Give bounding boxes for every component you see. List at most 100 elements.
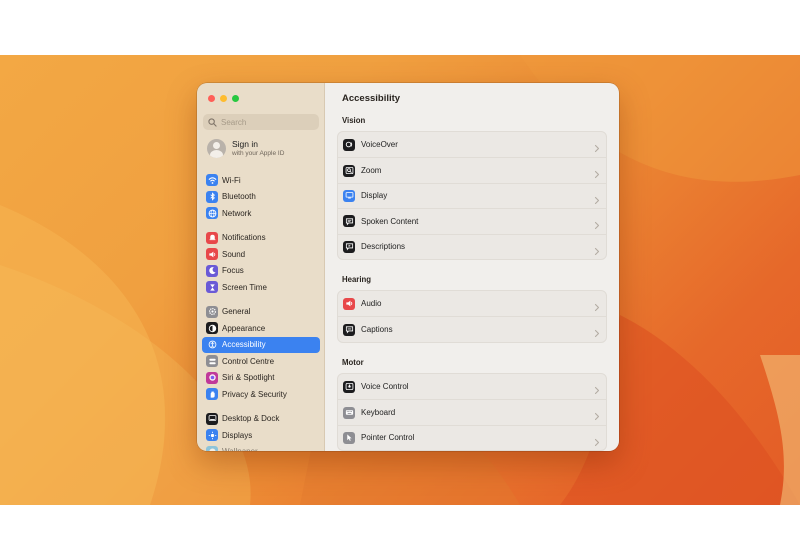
chevron-right-icon <box>594 217 600 230</box>
settings-row-label: VoiceOver <box>361 140 398 150</box>
sidebar-item-wallpaper[interactable]: Wallpaper <box>202 444 320 451</box>
settings-row-label: Spoken Content <box>361 216 419 226</box>
chevron-right-icon <box>594 192 600 204</box>
sidebar-item-wi-fi[interactable]: Wi-Fi <box>202 172 320 189</box>
sidebar-item-general[interactable]: General <box>202 304 320 321</box>
sidebar-item-label: Accessibility <box>222 340 266 350</box>
sidebar-divider <box>202 296 320 304</box>
sidebar-item-siri-and-spotlight[interactable]: Siri & Spotlight <box>202 370 320 387</box>
sidebar-item-label: Desktop & Dock <box>222 414 280 424</box>
chevron-right-icon <box>594 140 600 153</box>
sidebar-item-appearance[interactable]: Appearance <box>202 320 320 337</box>
dock-icon <box>206 412 218 425</box>
avatar <box>207 139 226 158</box>
siri-icon <box>206 371 218 384</box>
chevron-right-icon <box>594 325 600 338</box>
sidebar-divider <box>202 403 320 411</box>
keyboard-icon <box>343 406 355 419</box>
sidebar-item-label: Siri & Spotlight <box>222 373 275 383</box>
settings-group-motor: Voice Control Keyboard Pointer Control <box>337 373 607 451</box>
voice-control-icon <box>343 380 355 393</box>
bluetooth-icon <box>206 190 218 203</box>
settings-row-label: Audio <box>361 299 382 309</box>
settings-row-audio[interactable]: Audio <box>338 291 606 316</box>
sidebar-item-label: Screen Time <box>222 282 267 292</box>
settings-row-keyboard[interactable]: Keyboard <box>338 399 606 424</box>
sidebar-item-desktop-and-dock[interactable]: Desktop & Dock <box>202 411 320 428</box>
section-heading-vision: Vision <box>342 116 366 125</box>
sidebar-item-label: Appearance <box>222 323 266 333</box>
sidebar-item-label: Privacy & Security <box>222 389 287 399</box>
main-pane: Accessibility Vision VoiceOver Zoom Display… <box>325 83 619 451</box>
search-icon <box>208 117 217 127</box>
sidebar-item-control-centre[interactable]: Control Centre <box>202 353 320 370</box>
search-field[interactable] <box>203 114 319 130</box>
globe-icon <box>206 207 218 220</box>
captions-icon <box>343 323 355 336</box>
chevron-right-icon <box>594 166 600 179</box>
zoom-icon <box>343 164 355 177</box>
speaker-icon <box>343 297 355 310</box>
settings-row-label: Keyboard <box>361 408 396 418</box>
speech-bubble-icon <box>343 215 355 228</box>
sidebar-item-label: Notifications <box>222 233 266 243</box>
hourglass-icon <box>206 281 218 294</box>
sidebar-item-label: Wi-Fi <box>222 175 241 185</box>
moon-icon <box>206 264 218 277</box>
sidebar-item-label: Wallpaper <box>222 447 258 451</box>
search-input[interactable] <box>221 117 311 127</box>
settings-row-voiceover[interactable]: VoiceOver <box>338 132 606 157</box>
sidebar-item-label: Bluetooth <box>222 192 256 202</box>
minimize-window-button[interactable] <box>220 95 227 102</box>
system-settings-window: Sign in with your Apple ID Wi-Fi Bluetoot… <box>197 83 619 451</box>
sidebar-item-displays[interactable]: Displays <box>202 427 320 444</box>
sidebar-item-label: Focus <box>222 266 244 276</box>
sidebar-item-notifications[interactable]: Notifications <box>202 230 320 247</box>
sidebar-item-privacy-and-security[interactable]: Privacy & Security <box>202 386 320 403</box>
settings-row-descriptions[interactable]: Descriptions <box>338 233 606 259</box>
wallpaper-icon <box>206 445 218 451</box>
hand-icon <box>206 388 218 401</box>
settings-row-display[interactable]: Display <box>338 182 606 208</box>
sidebar-item-label: Displays <box>222 430 253 440</box>
traffic-lights <box>208 95 239 102</box>
sidebar-item-sound[interactable]: Sound <box>202 246 320 263</box>
close-window-button[interactable] <box>208 95 215 102</box>
chevron-right-icon <box>594 434 600 446</box>
settings-row-label: Descriptions <box>361 242 406 252</box>
sidebar-item-focus[interactable]: Focus <box>202 263 320 280</box>
sidebar-item-network[interactable]: Network <box>202 205 320 222</box>
gear-icon <box>206 305 218 318</box>
settings-row-captions[interactable]: Captions <box>338 316 606 341</box>
descriptions-icon <box>343 240 355 253</box>
sidebar-item-screen-time[interactable]: Screen Time <box>202 279 320 296</box>
page-title: Accessibility <box>342 93 401 104</box>
control-centre-icon <box>206 355 218 368</box>
sidebar-item-label: Control Centre <box>222 356 275 366</box>
settings-row-zoom[interactable]: Zoom <box>338 157 606 182</box>
settings-row-label: Captions <box>361 325 393 335</box>
maximize-window-button[interactable] <box>232 95 239 102</box>
chevron-right-icon <box>594 243 600 255</box>
settings-group-vision: VoiceOver Zoom Display Spoken Content Descri… <box>337 131 607 260</box>
wifi-icon <box>206 174 218 187</box>
settings-row-voice-control[interactable]: Voice Control <box>338 374 606 399</box>
chevron-right-icon <box>594 382 600 395</box>
section-heading-motor: Motor <box>342 358 364 367</box>
sidebar-item-bluetooth[interactable]: Bluetooth <box>202 189 320 206</box>
sidebar-nav: Wi-Fi Bluetooth Network Notifications Sound F… <box>202 172 320 451</box>
appearance-icon <box>206 322 218 335</box>
sidebar-divider <box>202 222 320 230</box>
sidebar-item-label: Network <box>222 208 252 218</box>
settings-row-pointer-control[interactable]: Pointer Control <box>338 424 606 450</box>
settings-row-spoken-content[interactable]: Spoken Content <box>338 208 606 233</box>
apple-id-account[interactable]: Sign in with your Apple ID <box>207 139 284 158</box>
sidebar-item-label: General <box>222 307 251 317</box>
display-icon <box>343 189 355 202</box>
accessibility-icon <box>206 338 218 351</box>
settings-row-label: Display <box>361 191 388 201</box>
sidebar-item-accessibility[interactable]: Accessibility <box>202 336 320 353</box>
chevron-right-icon <box>594 299 600 312</box>
settings-group-hearing: Audio Captions <box>337 290 607 343</box>
sidebar: Sign in with your Apple ID Wi-Fi Bluetoot… <box>197 83 325 451</box>
